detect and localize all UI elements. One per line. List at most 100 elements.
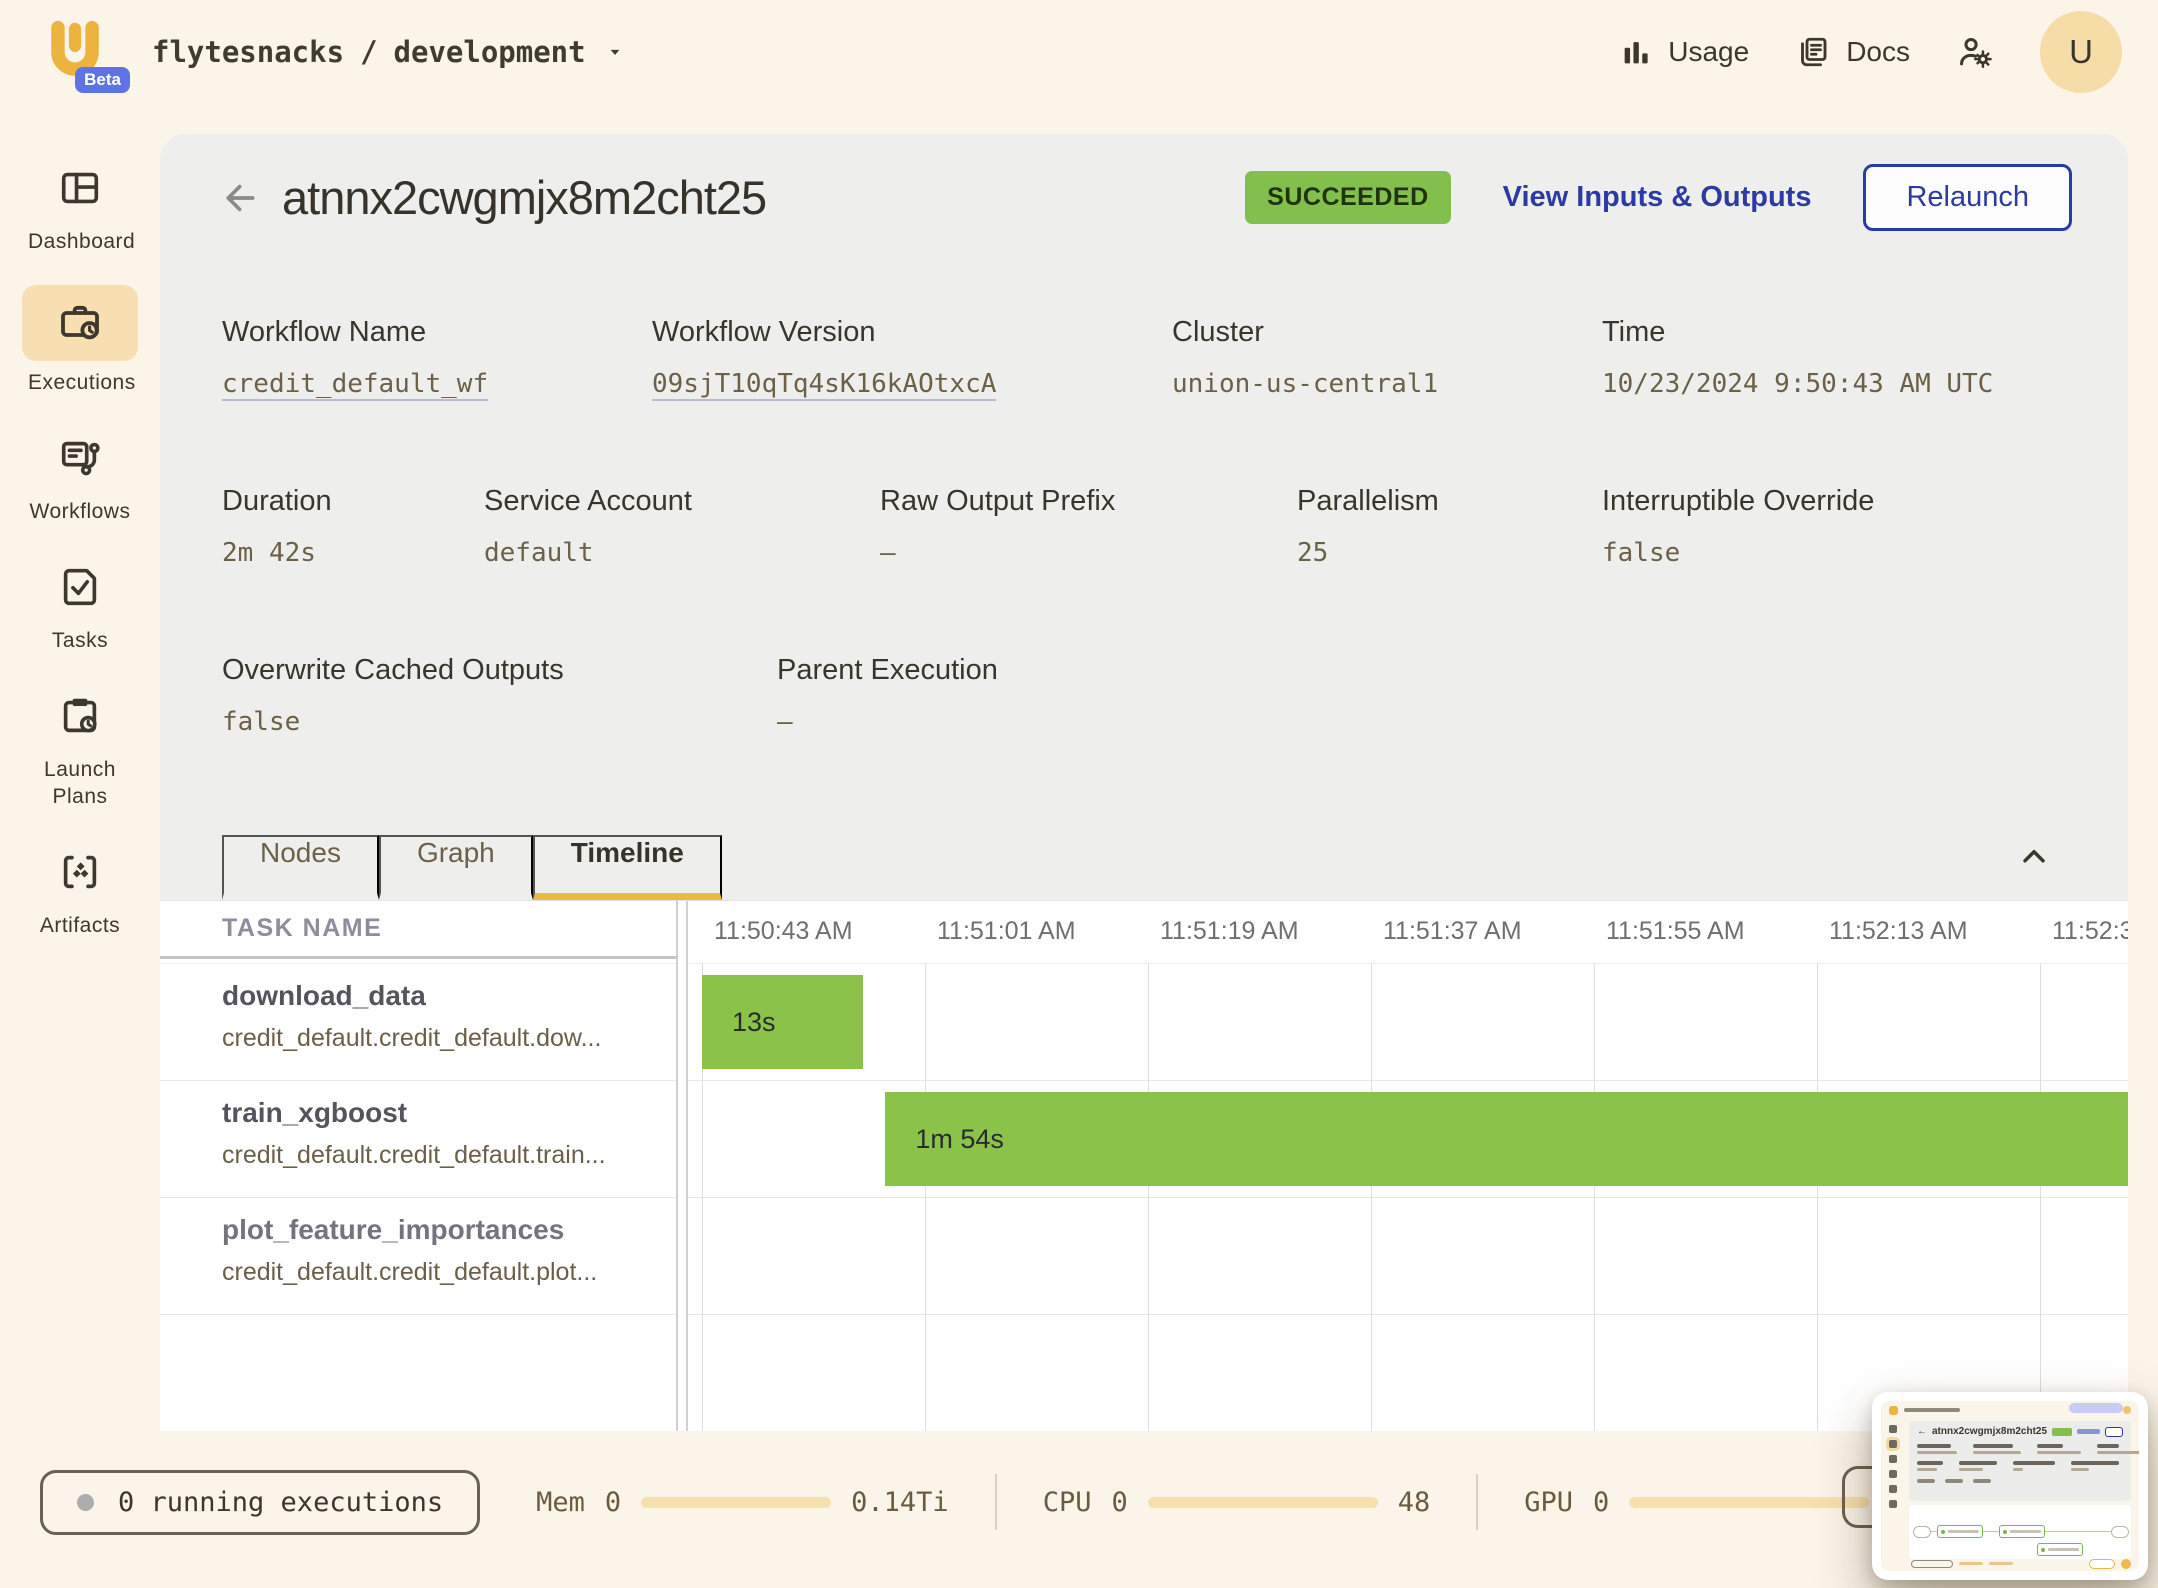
- workflows-icon: [57, 435, 103, 481]
- back-arrow-icon: [216, 177, 258, 219]
- user-admin-button[interactable]: [1956, 33, 1994, 71]
- gpu-meter-track: [1629, 1497, 1869, 1508]
- detail-label: Service Account: [484, 485, 880, 518]
- running-executions-pill[interactable]: 0 running executions: [40, 1470, 480, 1535]
- detail-label: Overwrite Cached Outputs: [222, 654, 777, 687]
- cpu-meter: CPU 0 48: [1043, 1487, 1431, 1518]
- cpu-current: 0: [1111, 1487, 1127, 1518]
- pip-mini-link: [2077, 1429, 2100, 1434]
- cpu-capacity: 48: [1398, 1487, 1431, 1518]
- raw-output-prefix-value: –: [880, 538, 1297, 568]
- pip-mini-end-node: [2111, 1526, 2129, 1538]
- docs-nav-button[interactable]: Docs: [1795, 34, 1910, 70]
- mem-current: 0: [605, 1487, 621, 1518]
- sidebar-item-launch-plans[interactable]: Launch Plans: [22, 684, 138, 810]
- time-tick-label: 11:52:31 AM: [2052, 917, 2128, 946]
- detail-label: Cluster: [1172, 316, 1602, 349]
- pip-mini-tooltip: [2069, 1403, 2123, 1413]
- dashboard-icon: [57, 165, 103, 211]
- execution-title: atnnx2cwgmjx8m2cht25: [282, 170, 766, 225]
- pip-mini-logo: [1889, 1406, 1898, 1415]
- pip-mini-cost-pill: [2089, 1559, 2115, 1569]
- pip-mini-status-badge: [2052, 1428, 2072, 1436]
- meter-divider: [1476, 1474, 1478, 1530]
- task-name-column-header: TASK NAME: [160, 901, 676, 959]
- detail-label: Raw Output Prefix: [880, 485, 1297, 518]
- workflow-name-link[interactable]: credit_default_wf: [222, 369, 652, 399]
- tasks-icon: [57, 564, 103, 610]
- workflow-version-link[interactable]: 09sjT10qTq4sK16kAOtxcA: [652, 369, 1172, 399]
- task-bar-train-xgboost[interactable]: 1m 54s: [885, 1092, 2128, 1186]
- avatar-initial: U: [2069, 33, 2093, 71]
- gpu-current: 0: [1593, 1487, 1609, 1518]
- view-inputs-outputs-link[interactable]: View Inputs & Outputs: [1503, 181, 1812, 214]
- breadcrumb-project: flytesnacks: [152, 35, 344, 69]
- task-bar-download-data[interactable]: 13s: [702, 975, 863, 1069]
- mem-meter: Mem 0 0.14Ti: [536, 1487, 949, 1518]
- details-row-1: Workflow Name credit_default_wf Workflow…: [222, 316, 2098, 399]
- timeline-gridline: [2040, 963, 2041, 1431]
- status-dot-icon: [77, 1494, 94, 1511]
- pip-mini-back-arrow: ←: [1917, 1426, 1927, 1437]
- tab-graph[interactable]: Graph: [379, 835, 533, 900]
- detail-label: Duration: [222, 485, 484, 518]
- status-bar: 0 running executions Mem 0 0.14Ti CPU 0 …: [40, 1462, 2158, 1542]
- timeline-gridline: [1594, 963, 1595, 1431]
- sidebar-item-tasks[interactable]: Tasks: [22, 555, 138, 654]
- topbar: Beta flytesnacks / development Usage: [0, 0, 2158, 104]
- bar-chart-icon: [1619, 35, 1653, 69]
- interruptible-override-value: false: [1602, 538, 1874, 568]
- pip-mini-title: atnnx2cwgmjx8m2cht25: [1932, 1426, 2047, 1437]
- breadcrumb[interactable]: flytesnacks / development: [152, 35, 628, 69]
- chevron-up-icon: [2016, 839, 2052, 875]
- sidebar-item-workflows[interactable]: Workflows: [22, 426, 138, 525]
- relaunch-button[interactable]: Relaunch: [1863, 164, 2072, 231]
- service-account-value: default: [484, 538, 880, 568]
- back-button[interactable]: [210, 171, 264, 225]
- detail-label: Parallelism: [1297, 485, 1602, 518]
- time-tick-label: 11:51:55 AM: [1606, 917, 1745, 946]
- sidebar-item-dashboard[interactable]: Dashboard: [22, 156, 138, 255]
- pip-preview-window[interactable]: ← atnnx2cwgmjx8m2cht25: [1872, 1392, 2148, 1580]
- column-resize-handle[interactable]: [676, 901, 688, 1431]
- pip-mini-tabs: [1917, 1479, 2123, 1483]
- gantt-chart: 13s 1m 54s 11:50:43 AM11:51:01 AM11:51:1…: [688, 901, 2128, 1431]
- launch-plans-icon: [57, 693, 103, 739]
- resource-meters: Mem 0 0.14Ti CPU 0 48 GPU 0 4: [536, 1474, 1905, 1530]
- pip-mini-task-node: [1937, 1525, 1983, 1538]
- running-executions-label: 0 running executions: [118, 1487, 443, 1518]
- usage-nav-button[interactable]: Usage: [1619, 35, 1749, 69]
- time-tick-label: 11:51:37 AM: [1383, 917, 1522, 946]
- person-gear-icon: [1956, 33, 1994, 71]
- breadcrumb-separator: /: [360, 35, 377, 69]
- breadcrumb-domain: development: [394, 35, 586, 69]
- details-row-3: Overwrite Cached Outputs false Parent Ex…: [222, 654, 2098, 737]
- execution-details: Workflow Name credit_default_wf Workflow…: [222, 316, 2098, 823]
- time-value: 10/23/2024 9:50:43 AM UTC: [1602, 369, 1993, 399]
- mem-meter-track: [641, 1497, 831, 1508]
- collapse-details-button[interactable]: [2010, 838, 2058, 876]
- tab-timeline[interactable]: Timeline: [533, 835, 722, 900]
- time-tick-label: 11:51:19 AM: [1160, 917, 1299, 946]
- pip-mini-sidebar: [1881, 1419, 1905, 1571]
- timeline-gridline: [1148, 963, 1149, 1431]
- detail-label: Interruptible Override: [1602, 485, 1874, 518]
- pip-mini-main: ← atnnx2cwgmjx8m2cht25: [1907, 1419, 2137, 1571]
- time-tick-label: 11:50:43 AM: [714, 917, 853, 946]
- pip-mini-title-row: ← atnnx2cwgmjx8m2cht25: [1917, 1426, 2123, 1437]
- execution-header: atnnx2cwgmjx8m2cht25 SUCCEEDED View Inpu…: [210, 164, 2072, 231]
- beta-badge: Beta: [75, 67, 130, 93]
- pip-mini-task-node: [1999, 1525, 2045, 1538]
- executions-icon: [56, 299, 104, 347]
- cpu-meter-track: [1148, 1497, 1378, 1508]
- sidebar-item-executions[interactable]: Executions: [22, 285, 138, 396]
- pip-mini-avatar: [2123, 1406, 2131, 1414]
- avatar[interactable]: U: [2040, 11, 2122, 93]
- bar-duration-label: 13s: [732, 1007, 776, 1038]
- union-logo[interactable]: Beta: [36, 13, 114, 91]
- pip-mini-page: ← atnnx2cwgmjx8m2cht25: [1881, 1401, 2139, 1571]
- chevron-down-icon: [602, 39, 628, 65]
- sidebar-item-artifacts[interactable]: Artifacts: [22, 840, 138, 939]
- artifacts-icon: [57, 849, 103, 895]
- tab-nodes[interactable]: Nodes: [222, 835, 379, 900]
